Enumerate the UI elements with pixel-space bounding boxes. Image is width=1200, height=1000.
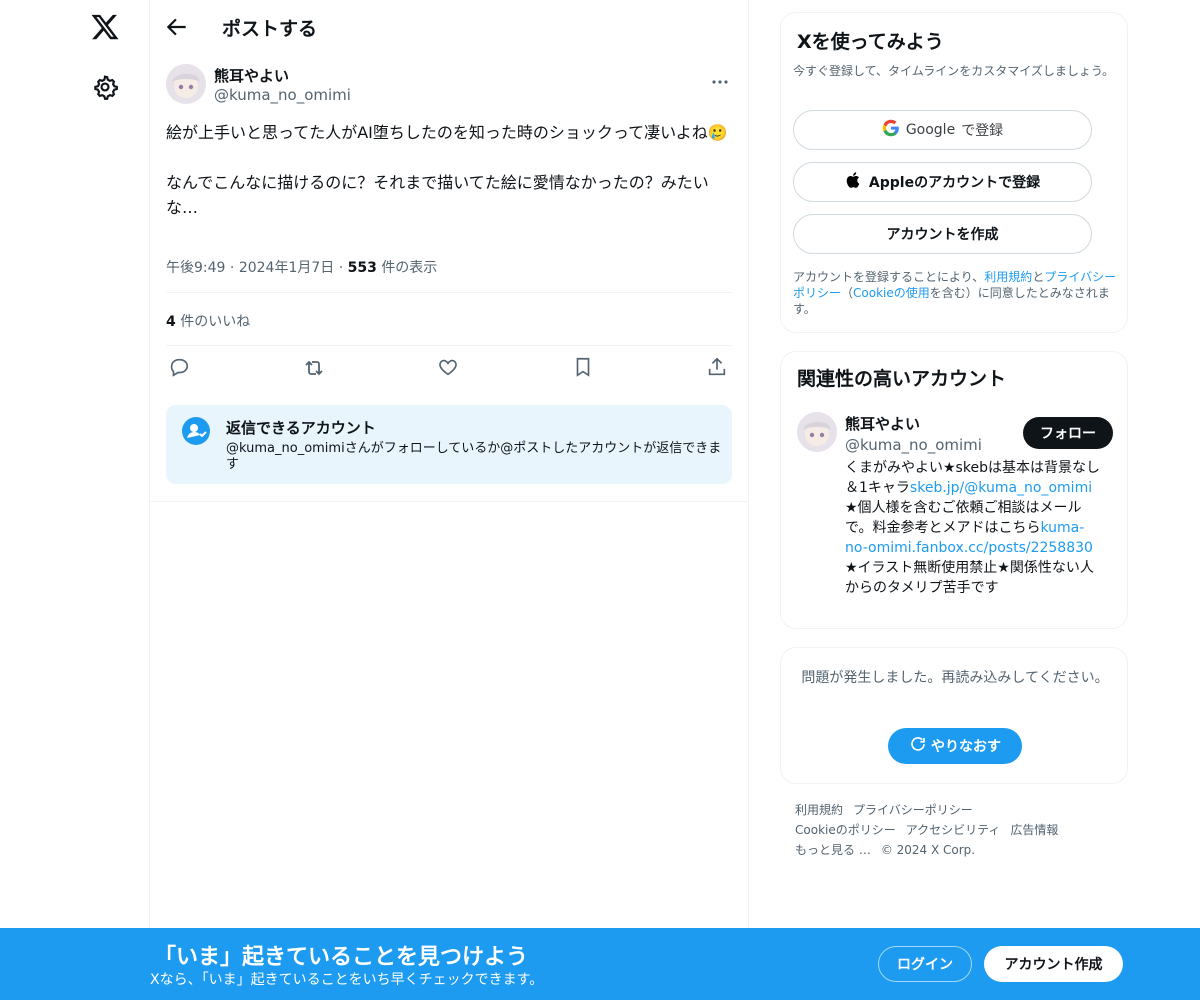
legal-text: アカウントを登録することにより、 (793, 270, 985, 284)
footer-row: もっと見る … © 2024 X Corp. (795, 840, 1115, 860)
x-logo-icon[interactable] (90, 12, 120, 42)
footer: 利用規約 プライバシーポリシー Cookieのポリシー アクセシビリティ 広告情報 も… (795, 800, 1115, 860)
google-suffix: で登録 (961, 123, 1004, 139)
post-actions (166, 354, 732, 384)
retry-button[interactable]: やりなおす (888, 728, 1022, 764)
repost-icon[interactable] (302, 356, 328, 382)
post-author: 熊耳やよい @kuma_no_omimi (166, 64, 732, 108)
footer-link[interactable]: Cookieのポリシー (795, 823, 896, 837)
google-signup-button[interactable]: Google で登録 (793, 110, 1092, 150)
copyright: © 2024 X Corp. (880, 843, 976, 857)
footer-link[interactable]: もっと見る … (795, 843, 871, 857)
page-title: ポストする (222, 18, 318, 40)
separator: · (338, 260, 348, 276)
footer-row: Cookieのポリシー アクセシビリティ 広告情報 (795, 820, 1115, 840)
post-date[interactable]: 2024年1月7日 (239, 260, 334, 276)
follow-button[interactable]: フォロー (1023, 417, 1113, 449)
google-icon (882, 119, 900, 141)
likes-label: 件のいいね (180, 314, 251, 330)
bookmark-icon[interactable] (572, 356, 598, 382)
divider (150, 501, 749, 502)
refresh-icon (909, 735, 927, 757)
reply-restriction-box: 返信できるアカウント @kuma_no_omimiさんがフォローしているか@ポス… (166, 405, 732, 484)
bio-text: ★イラスト無断使用禁止★関係性ない人からのタメリプ苦手です (845, 560, 1094, 596)
post-text: 絵が上手いと思ってた人がAI堕ちしたのを知った時のショックって凄いよね🥲 なんで… (166, 123, 728, 217)
bio-link[interactable]: skeb.jp/@kuma_no_omimi (910, 480, 1092, 496)
gear-icon[interactable] (92, 74, 118, 100)
reply-restriction-title: 返信できるアカウント (226, 419, 376, 437)
login-button[interactable]: ログイン (878, 946, 972, 982)
error-message: 問題が発生しました。再読み込みしてください。 (801, 670, 1109, 686)
signup-legal: アカウントを登録することにより、利用規約とプライバシーポリシー（Cookieの使… (793, 269, 1123, 317)
footer-link[interactable]: プライバシーポリシー (853, 803, 973, 817)
related-account-handle[interactable]: @kuma_no_omimi (845, 436, 982, 454)
post-time[interactable]: 午後9:49 (166, 260, 225, 276)
signup-subtitle: 今すぐ登録して、タイムラインをカスタマイズしましょう。 (793, 64, 1115, 78)
signup-banner: 「いま」起きていることを見つけよう Xなら、「いま」起きていることをいち早くチェ… (0, 928, 1200, 1000)
footer-link[interactable]: アクセシビリティ (906, 823, 1001, 837)
share-icon[interactable] (706, 356, 732, 382)
avatar[interactable] (166, 64, 206, 104)
post-meta: 午後9:49 · 2024年1月7日 · 553 件の表示 (166, 257, 437, 277)
banner-subtitle: Xなら、「いま」起きていることをいち早くチェックできます。 (150, 972, 544, 988)
create-account-label: アカウントを作成 (886, 227, 999, 243)
divider (166, 292, 732, 293)
banner-title: 「いま」起きていることを見つけよう (154, 945, 529, 970)
divider (166, 345, 732, 346)
views-label: 件の表示 (381, 260, 438, 276)
reply-restriction-icon (182, 417, 210, 445)
signup-card: Xを使ってみよう 今すぐ登録して、タイムラインをカスタマイズしましょう。 Goo… (780, 12, 1128, 333)
related-accounts-card: 関連性の高いアカウント 熊耳やよい @kuma_no_omimi フォロー くま… (780, 351, 1128, 629)
terms-link[interactable]: 利用規約 (984, 270, 1032, 284)
related-account-bio: くまがみやよい★skebは基本は背景なし＆1キャラskeb.jp/@kuma_n… (845, 458, 1107, 598)
like-icon[interactable] (437, 356, 463, 382)
footer-link[interactable]: 広告情報 (1010, 823, 1058, 837)
author-handle[interactable]: @kuma_no_omimi (214, 86, 351, 104)
signup-title: Xを使ってみよう (797, 31, 944, 53)
header: ポストする (150, 0, 748, 54)
reply-icon[interactable] (168, 356, 194, 382)
apple-signup-label: Appleのアカウントで登録 (868, 175, 1041, 191)
related-account-name[interactable]: 熊耳やよい (845, 413, 920, 434)
more-icon[interactable] (710, 72, 730, 92)
create-account-button[interactable]: アカウントを作成 (793, 214, 1092, 254)
arrow-left-icon[interactable] (164, 14, 190, 40)
reply-restriction-description: @kuma_no_omimiさんがフォローしているか@ポストしたアカウントが返信… (226, 441, 722, 472)
author-name[interactable]: 熊耳やよい (214, 65, 289, 86)
main-column: ポストする 熊耳やよい @kuma_no_omimi 絵が上手いと思ってた人がA… (150, 0, 749, 1000)
error-card: 問題が発生しました。再読み込みしてください。 やりなおす (780, 647, 1128, 784)
footer-link[interactable]: 利用規約 (795, 803, 843, 817)
left-rail (0, 0, 150, 1000)
views-count: 553 (347, 260, 377, 276)
separator: · (229, 260, 239, 276)
cookie-link[interactable]: Cookieの使用 (853, 286, 930, 300)
avatar[interactable] (797, 412, 837, 452)
retry-label: やりなおす (931, 739, 1001, 755)
apple-icon (845, 171, 863, 193)
related-title: 関連性の高いアカウント (797, 368, 1007, 390)
banner-create-account-button[interactable]: アカウント作成 (984, 946, 1123, 982)
likes-count: 4 (166, 314, 176, 330)
google-brand: Google (905, 122, 956, 138)
legal-text: （ (841, 286, 854, 300)
footer-row: 利用規約 プライバシーポリシー (795, 800, 1115, 820)
apple-signup-button[interactable]: Appleのアカウントで登録 (793, 162, 1092, 202)
likes-link[interactable]: 4 件のいいね (166, 311, 250, 331)
legal-text: と (1032, 270, 1045, 284)
